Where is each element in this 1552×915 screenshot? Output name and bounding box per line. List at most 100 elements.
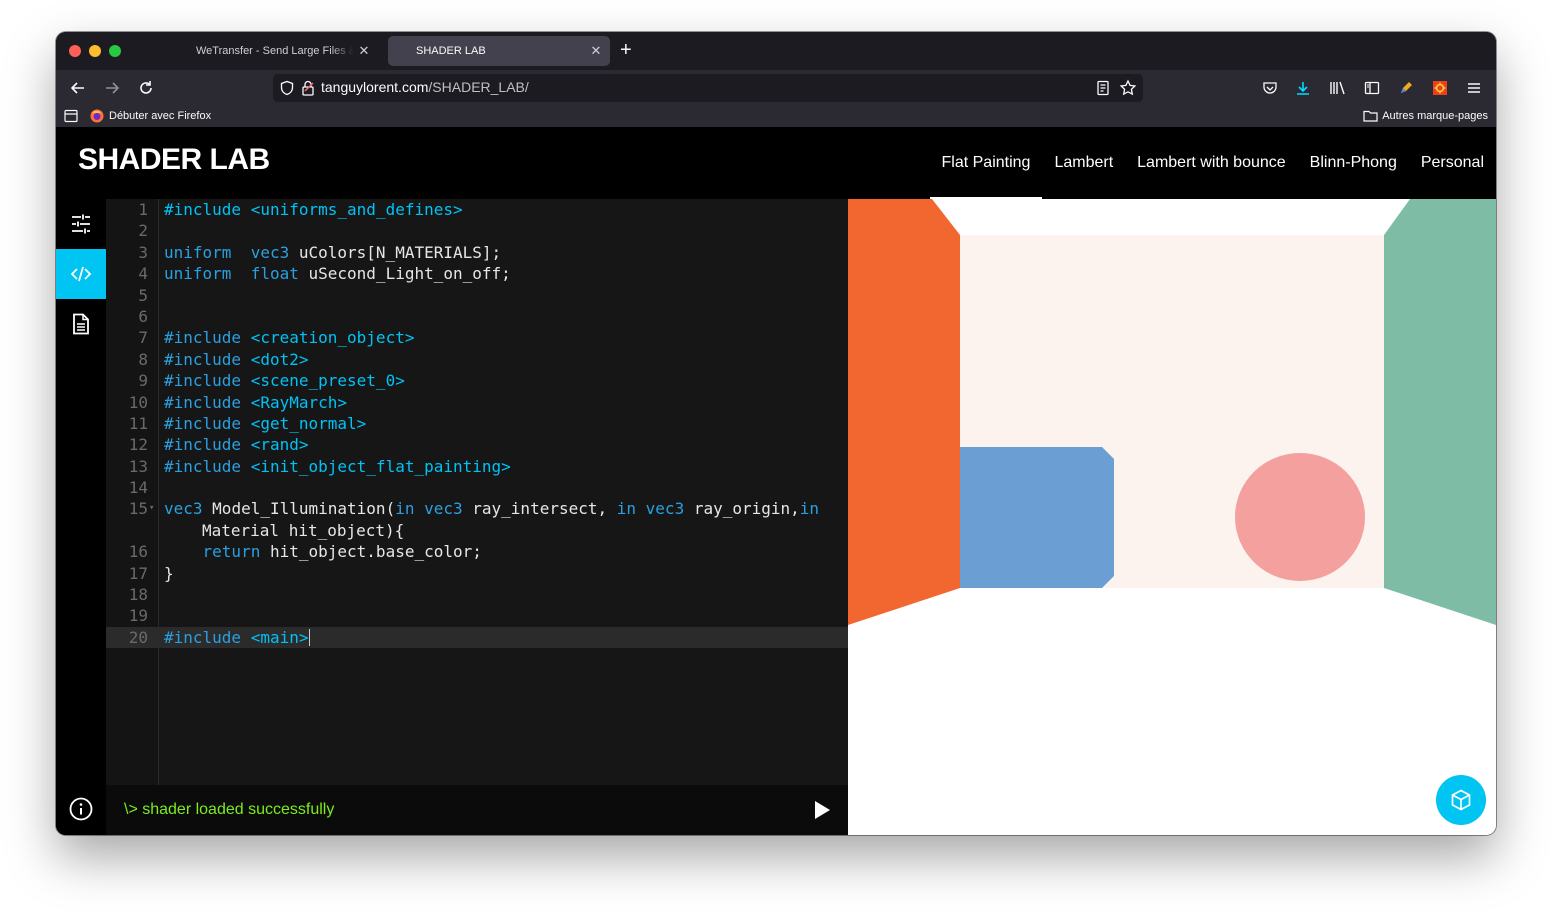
firefox-logo-icon [90, 109, 104, 123]
info-icon[interactable] [69, 797, 93, 821]
code-line[interactable]: 6 [106, 306, 848, 327]
url-bar[interactable]: tanguylorent.com/SHADER_LAB/ [273, 74, 1143, 102]
bookmarks-sidebar-icon[interactable] [64, 109, 78, 123]
sidebar-toggle-icon[interactable] [1360, 76, 1384, 100]
back-arrow-icon[interactable] [66, 76, 90, 100]
blue-box [960, 447, 1114, 588]
navigation-bar: tanguylorent.com/SHADER_LAB/ [56, 70, 1496, 106]
code-text: #include <dot2> [164, 349, 309, 369]
docs-panel-button[interactable] [56, 299, 106, 349]
code-line[interactable]: 2 [106, 220, 848, 241]
code-line[interactable]: 17} [106, 563, 848, 584]
document-icon [69, 312, 93, 336]
code-line[interactable]: 4 uniform float uSecond_Light_on_off; [106, 263, 848, 284]
zoom-window-button[interactable] [109, 45, 121, 57]
fold-arrow-icon[interactable]: ▾ [149, 498, 154, 519]
site-logo[interactable]: SHADER LAB [78, 143, 270, 177]
code-line[interactable]: 12 #include <rand> [106, 434, 848, 455]
pocket-icon[interactable] [1258, 76, 1282, 100]
code-text: #include <creation_object> [164, 328, 415, 348]
line-number: 11 [128, 413, 148, 433]
line-number: 18 [128, 585, 148, 605]
text-cursor [308, 628, 310, 646]
code-text: #include <init_object_flat_painting> [164, 456, 511, 476]
code-line[interactable]: 20 #include <main> [106, 626, 848, 649]
bookmark-star-icon[interactable] [1119, 79, 1137, 97]
code-line[interactable]: 15 ▾ vec3 Model_Illumination(in vec3 ray_i… [106, 498, 848, 541]
line-number: 16 [128, 542, 148, 562]
code-line[interactable]: 18 [106, 584, 848, 605]
site-header: SHADER LAB Flat Painting Lambert Lambert… [56, 127, 1496, 199]
downloads-icon[interactable] [1291, 76, 1315, 100]
close-tab-icon[interactable]: ✕ [354, 43, 374, 59]
hamburger-menu-icon[interactable] [1462, 76, 1486, 100]
menu-lambert[interactable]: Lambert [1042, 127, 1125, 199]
other-bookmarks[interactable]: Autres marque-pages [1363, 109, 1488, 122]
code-panel-button[interactable] [56, 249, 106, 299]
settings-panel-button[interactable] [56, 199, 106, 249]
code-line[interactable]: 14 [106, 477, 848, 498]
tab-shader-lab[interactable]: SHADER LAB ✕ [388, 36, 610, 66]
code-lines[interactable]: 1 #include <uniforms_and_defines> 2 3 unifor… [106, 199, 848, 649]
line-number: 13 [128, 456, 148, 476]
menu-lambert-bounce[interactable]: Lambert with bounce [1125, 127, 1298, 199]
cube-icon[interactable] [1436, 775, 1486, 825]
line-number: 4 [138, 264, 148, 284]
menu-personal[interactable]: Personal [1409, 127, 1496, 199]
code-line[interactable]: 8 #include <dot2> [106, 349, 848, 370]
code-line[interactable]: 7 #include <creation_object> [106, 327, 848, 348]
bookmark-label: Débuter avec Firefox [109, 110, 212, 122]
code-icon [69, 262, 93, 286]
line-number: 5 [138, 285, 148, 305]
new-tab-icon[interactable]: + [620, 40, 632, 60]
code-text: #include <main> [164, 627, 310, 647]
pink-sphere [1235, 453, 1365, 581]
code-text-wrapped: Material hit_object){ [202, 520, 405, 540]
close-window-button[interactable] [69, 45, 81, 57]
other-bookmarks-label: Autres marque-pages [1382, 109, 1488, 122]
code-line[interactable]: 10 #include <RayMarch> [106, 392, 848, 413]
line-number: 14 [128, 478, 148, 498]
tab-label: WeTransfer - Send Large Files & Share [196, 45, 354, 57]
code-text: vec3 Model_Illumination(in vec3 ray_inte… [164, 499, 820, 519]
tool-sidebar [56, 199, 106, 835]
code-line[interactable]: 1 #include <uniforms_and_defines> [106, 199, 848, 220]
menu-blinn-phong[interactable]: Blinn-Phong [1298, 127, 1409, 199]
tab-wetransfer[interactable]: WeTransfer - Send Large Files & Share ✕ [168, 36, 378, 66]
minimize-window-button[interactable] [89, 45, 101, 57]
line-number: 10 [128, 392, 148, 412]
code-line[interactable]: 11 #include <get_normal> [106, 413, 848, 434]
lock-icon[interactable] [301, 80, 315, 96]
left-wall [848, 199, 960, 625]
code-text: uniform vec3 uColors[N_MATERIALS]; [164, 242, 502, 262]
line-number: 2 [138, 221, 148, 241]
shader-lab-favicon-icon [394, 43, 410, 59]
line-number: 6 [138, 306, 148, 326]
menu-flat-painting[interactable]: Flat Painting [929, 127, 1043, 199]
code-line[interactable]: 9 #include <scene_preset_0> [106, 370, 848, 391]
reader-view-icon[interactable] [1095, 80, 1111, 96]
code-text: #include <rand> [164, 435, 309, 455]
code-line[interactable]: 19 [106, 605, 848, 626]
tracking-shield-icon[interactable] [279, 80, 295, 96]
bookmark-getting-started[interactable]: Débuter avec Firefox [90, 109, 211, 123]
code-line[interactable]: 5 [106, 285, 848, 306]
line-number: 3 [138, 242, 148, 262]
reload-icon[interactable] [134, 76, 158, 100]
code-line[interactable]: 16 return hit_object.base_color; [106, 541, 848, 562]
extension-gear-icon[interactable] [1428, 76, 1452, 100]
code-line[interactable]: 3 uniform vec3 uColors[N_MATERIALS]; [106, 242, 848, 263]
line-number: 1 [138, 200, 148, 219]
close-tab-icon[interactable]: ✕ [586, 43, 606, 59]
play-icon[interactable] [812, 799, 832, 821]
code-editor[interactable]: 1 #include <uniforms_and_defines> 2 3 unifor… [106, 199, 848, 785]
library-icon[interactable] [1326, 76, 1350, 100]
code-line[interactable]: 13 #include <init_object_flat_painting> [106, 456, 848, 477]
forward-arrow-icon[interactable] [100, 76, 124, 100]
code-text: #include <get_normal> [164, 413, 367, 433]
console-message: \> shader loaded successfully [124, 801, 335, 818]
render-viewport[interactable] [848, 199, 1496, 835]
wetransfer-favicon-icon [174, 43, 190, 59]
extension-pencil-icon[interactable] [1394, 76, 1418, 100]
folder-icon [1363, 109, 1378, 122]
